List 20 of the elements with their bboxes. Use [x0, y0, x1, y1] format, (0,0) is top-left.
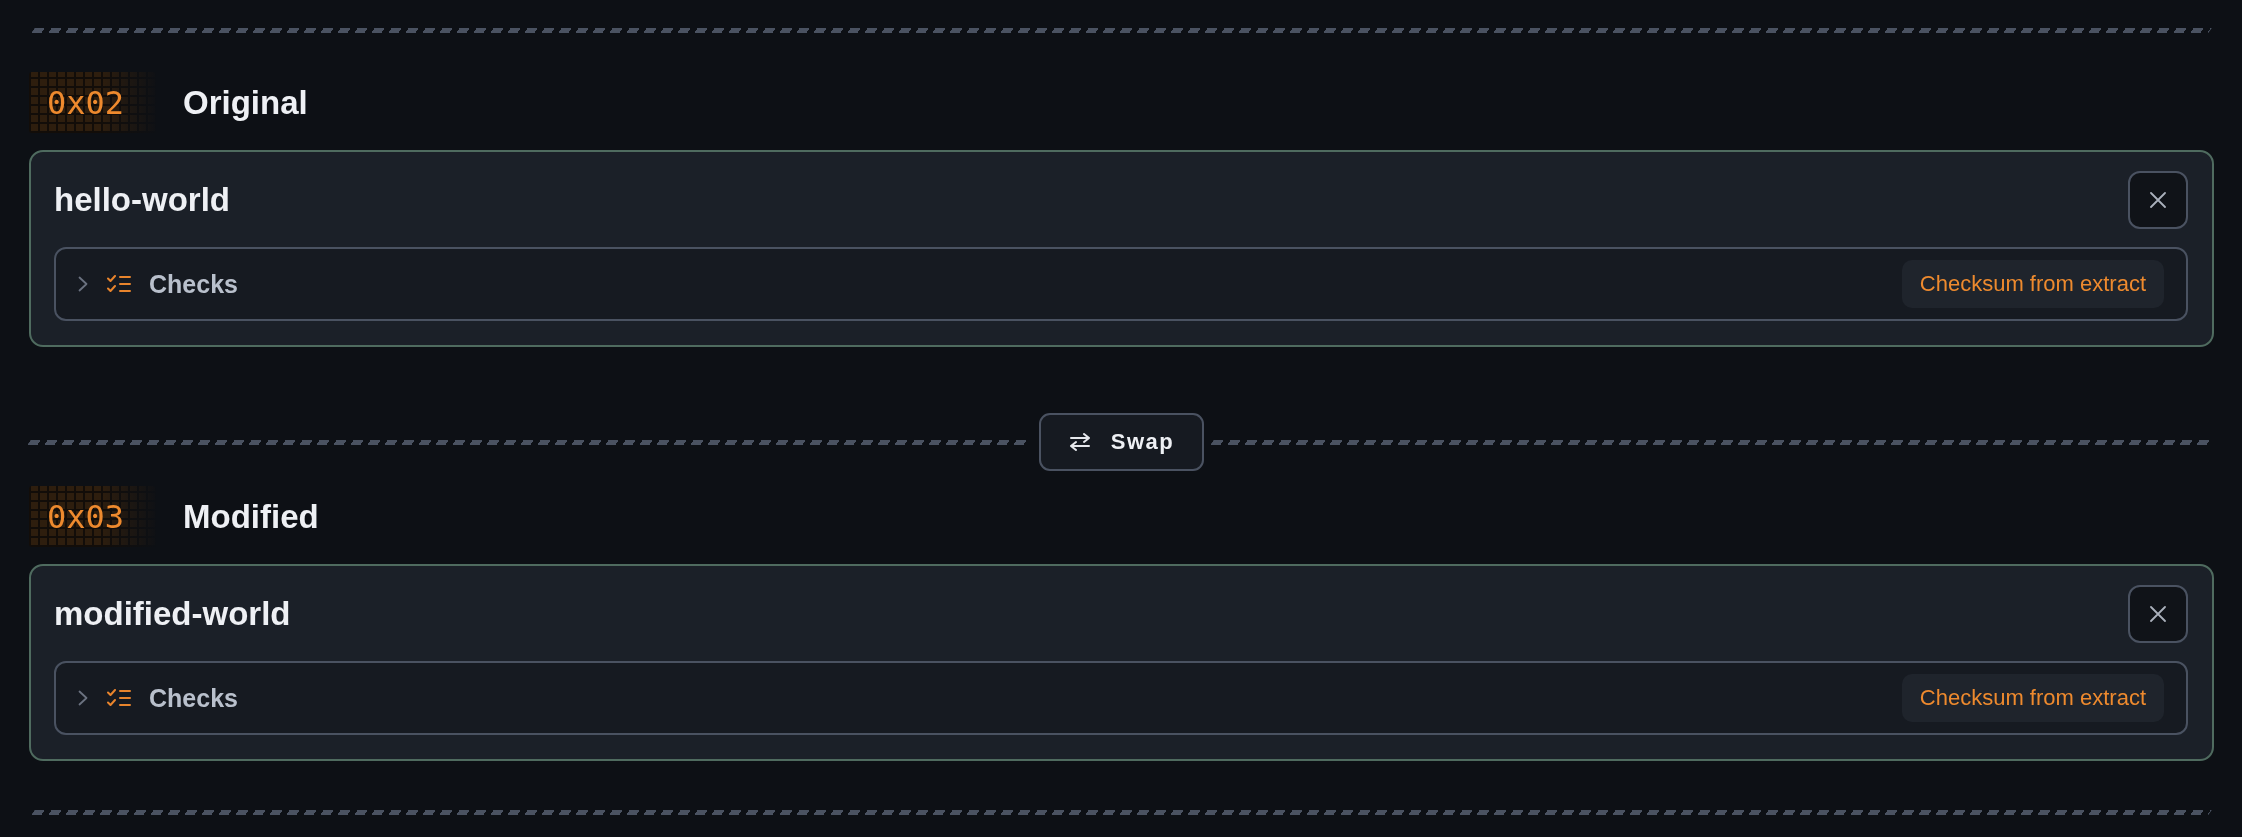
checksum-button[interactable]: Checksum from extract: [1901, 674, 2164, 722]
checks-label[interactable]: Checks: [149, 269, 238, 299]
hex-badge: 0x02: [29, 72, 156, 133]
close-icon: [2150, 606, 2166, 622]
close-button[interactable]: [2128, 585, 2188, 643]
checklist-icon: [107, 689, 131, 707]
file-name: modified-world: [54, 595, 291, 633]
close-button[interactable]: [2128, 171, 2188, 229]
checksum-button[interactable]: Checksum from extract: [1901, 260, 2164, 308]
file-name: hello-world: [54, 181, 230, 219]
section-title: Modified: [183, 497, 319, 536]
chevron-icon[interactable]: [78, 690, 88, 706]
swap-button[interactable]: Swap: [1039, 413, 1204, 471]
swap-arrows-icon: [1068, 433, 1091, 451]
section-title: Original: [183, 83, 308, 122]
checklist-icon: [107, 275, 131, 293]
chevron-icon[interactable]: [78, 276, 88, 292]
close-icon: [2150, 192, 2166, 208]
hex-badge: 0x03: [29, 486, 156, 547]
checks-label[interactable]: Checks: [149, 683, 238, 713]
